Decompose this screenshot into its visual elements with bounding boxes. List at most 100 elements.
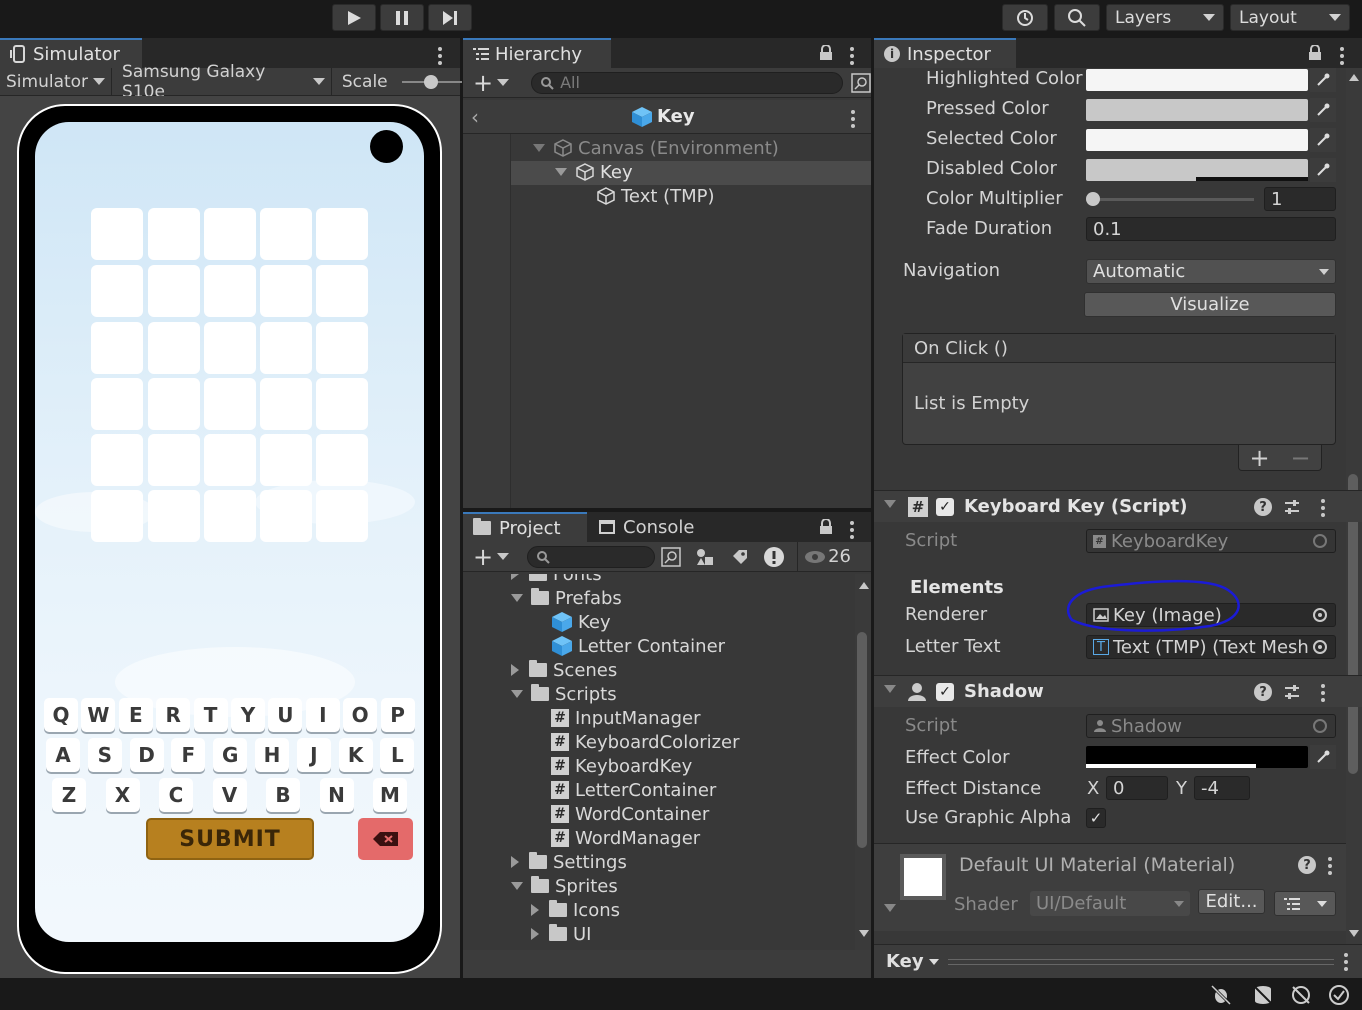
- eyedropper-button[interactable]: [1310, 158, 1336, 182]
- progress-check-icon[interactable]: [1328, 984, 1350, 1006]
- scrollbar-thumb[interactable]: [857, 632, 867, 848]
- scroll-down-icon[interactable]: [859, 930, 869, 937]
- filter-by-label-icon[interactable]: [731, 548, 749, 566]
- keyboard-key[interactable]: L: [380, 738, 415, 772]
- keyboard-key[interactable]: J: [296, 738, 331, 772]
- create-asset-button[interactable]: +: [473, 543, 510, 571]
- highlighted-color-field[interactable]: [1086, 69, 1308, 91]
- object-picker-icon[interactable]: [1313, 608, 1327, 622]
- keyboard-key[interactable]: R: [156, 698, 191, 732]
- hierarchy-item-canvas[interactable]: Canvas (Environment): [533, 136, 779, 160]
- collapse-icon[interactable]: [511, 664, 519, 676]
- keyboard-key[interactable]: Y: [231, 698, 265, 732]
- collapse-icon[interactable]: [531, 928, 539, 940]
- debug-icon[interactable]: [1210, 984, 1232, 1006]
- warning-filter-icon[interactable]: [763, 546, 785, 568]
- keyboard-key[interactable]: B: [266, 778, 300, 812]
- keyboard-key[interactable]: A: [46, 738, 80, 772]
- keyboard-key[interactable]: H: [255, 738, 289, 772]
- keyboard-key[interactable]: U: [268, 698, 303, 732]
- project-item[interactable]: # LetterContainer: [551, 778, 716, 802]
- enabled-checkbox[interactable]: ✓: [936, 683, 954, 701]
- shader-options-dropdown[interactable]: [1274, 891, 1336, 916]
- slider-handle[interactable]: [1086, 192, 1100, 206]
- more-icon[interactable]: [1328, 857, 1332, 878]
- step-button[interactable]: [428, 4, 472, 31]
- keyboard-key[interactable]: C: [159, 778, 193, 812]
- project-item[interactable]: # KeyboardColorizer: [551, 730, 740, 754]
- tab-hierarchy[interactable]: Hierarchy: [463, 38, 611, 68]
- eyedropper-button[interactable]: [1310, 98, 1336, 122]
- project-item[interactable]: # KeyboardKey: [551, 754, 692, 778]
- collapse-icon[interactable]: [884, 685, 896, 693]
- auto-generate-lighting-icon[interactable]: [1290, 984, 1312, 1006]
- eyedropper-button[interactable]: [1310, 128, 1336, 152]
- scale-slider[interactable]: [401, 68, 462, 96]
- filter-by-type-icon[interactable]: [695, 547, 715, 567]
- keyboard-key[interactable]: K: [338, 738, 373, 772]
- scroll-down-icon[interactable]: [1349, 930, 1359, 937]
- layout-dropdown[interactable]: Layout: [1230, 4, 1350, 31]
- navigation-dropdown[interactable]: Automatic: [1086, 259, 1336, 284]
- remove-event-button[interactable]: −: [1290, 444, 1310, 472]
- play-button[interactable]: [332, 4, 376, 31]
- delete-button[interactable]: [358, 818, 413, 860]
- submit-button[interactable]: SUBMIT: [146, 818, 314, 860]
- fade-duration-input[interactable]: 0.1: [1086, 217, 1336, 241]
- more-icon[interactable]: [1321, 684, 1325, 705]
- simulator-mode-dropdown[interactable]: Simulator: [0, 67, 113, 96]
- keyboard-key[interactable]: X: [105, 778, 140, 812]
- project-item[interactable]: # WordManager: [551, 826, 700, 850]
- keyboard-key[interactable]: M: [373, 778, 407, 812]
- selected-color-field[interactable]: [1086, 129, 1308, 151]
- shadow-component-header[interactable]: ✓ Shadow ?: [874, 675, 1362, 707]
- effect-distance-y-input[interactable]: -4: [1194, 776, 1250, 800]
- expand-icon[interactable]: [511, 594, 523, 602]
- color-multiplier-slider[interactable]: [1086, 190, 1256, 210]
- hierarchy-item-key[interactable]: Key: [555, 160, 633, 184]
- pressed-color-field[interactable]: [1086, 99, 1308, 121]
- project-item[interactable]: # WordContainer: [551, 802, 709, 826]
- project-item[interactable]: UI: [531, 922, 591, 946]
- keyboard-key[interactable]: Q: [44, 698, 78, 732]
- hierarchy-search-input[interactable]: All: [531, 71, 843, 94]
- help-icon[interactable]: ?: [1254, 498, 1272, 516]
- project-item[interactable]: Prefabs: [511, 586, 622, 610]
- presets-icon[interactable]: [1284, 499, 1300, 515]
- search-button[interactable]: [1054, 4, 1100, 31]
- collapse-icon[interactable]: [884, 500, 896, 508]
- tab-simulator[interactable]: Simulator: [0, 38, 142, 68]
- collapse-icon[interactable]: [884, 904, 896, 912]
- cache-server-icon[interactable]: [1252, 984, 1274, 1006]
- keyboard-key-component-header[interactable]: # ✓ Keyboard Key (Script) ?: [874, 490, 1362, 522]
- tab-console[interactable]: Console: [599, 512, 694, 542]
- lock-icon[interactable]: [819, 519, 833, 535]
- more-icon[interactable]: [850, 47, 854, 68]
- disabled-color-field[interactable]: [1086, 159, 1308, 181]
- add-object-button[interactable]: +: [473, 69, 510, 97]
- layers-dropdown[interactable]: Layers: [1106, 4, 1224, 31]
- shader-dropdown[interactable]: UI/Default: [1030, 891, 1190, 916]
- enabled-checkbox[interactable]: ✓: [936, 498, 954, 516]
- more-icon[interactable]: [1344, 953, 1348, 974]
- expand-icon[interactable]: [511, 882, 523, 890]
- keyboard-key[interactable]: O: [343, 698, 378, 732]
- keyboard-key[interactable]: W: [81, 698, 116, 732]
- effect-distance-x-input[interactable]: 0: [1106, 776, 1168, 800]
- project-item[interactable]: Sprites: [511, 874, 618, 898]
- help-icon[interactable]: ?: [1298, 856, 1316, 874]
- tab-project[interactable]: Project: [463, 512, 587, 542]
- keyboard-key[interactable]: V: [212, 778, 247, 812]
- project-item[interactable]: # InputManager: [551, 706, 701, 730]
- lock-icon[interactable]: [819, 45, 833, 61]
- object-picker-icon[interactable]: [1313, 640, 1327, 654]
- tab-inspector[interactable]: i Inspector: [874, 38, 1016, 68]
- keyboard-key[interactable]: E: [118, 698, 153, 732]
- keyboard-key[interactable]: G: [213, 738, 248, 772]
- project-item[interactable]: Scenes: [511, 658, 617, 682]
- keyboard-key[interactable]: D: [129, 738, 164, 772]
- eyedropper-button[interactable]: [1310, 68, 1336, 92]
- keyboard-key[interactable]: N: [319, 778, 354, 812]
- keyboard-key[interactable]: S: [87, 738, 122, 772]
- project-item[interactable]: Scripts: [511, 682, 617, 706]
